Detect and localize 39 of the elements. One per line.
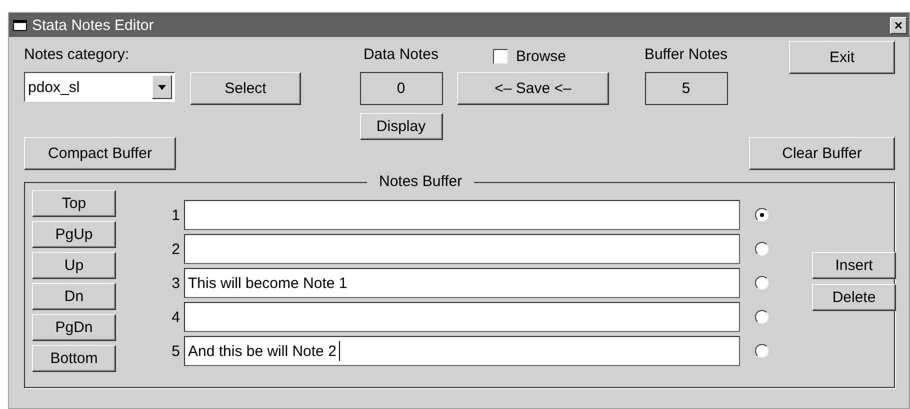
note-field[interactable]: This will become Note 1 <box>184 268 740 298</box>
window-icon <box>13 20 27 30</box>
row-radio[interactable] <box>755 276 769 290</box>
compact-buffer-button[interactable]: Compact Buffer <box>24 137 176 170</box>
close-button[interactable]: × <box>890 16 907 34</box>
browse-checkbox[interactable]: Browse <box>493 43 566 69</box>
note-field[interactable] <box>184 200 740 230</box>
data-notes-label: Data Notes <box>363 45 439 65</box>
exit-button[interactable]: Exit <box>789 41 895 74</box>
row-radio[interactable] <box>755 208 769 222</box>
note-field[interactable] <box>184 234 740 264</box>
data-notes-count: 0 <box>360 72 442 105</box>
note-field[interactable]: And this be will Note 2 <box>184 336 740 366</box>
insert-button[interactable]: Insert <box>812 252 896 279</box>
nav-button[interactable]: PgUp <box>32 221 116 248</box>
buffer-notes-label: Buffer Notes <box>644 45 728 65</box>
select-button[interactable]: Select <box>190 72 301 105</box>
nav-button[interactable]: PgDn <box>32 314 116 341</box>
row-radio[interactable] <box>755 344 769 358</box>
clear-buffer-button[interactable]: Clear Buffer <box>749 137 895 170</box>
nav-button[interactable]: Top <box>32 190 116 217</box>
row-number: 4 <box>170 308 180 326</box>
window-title: Stata Notes Editor <box>32 16 155 34</box>
note-field[interactable] <box>184 302 740 332</box>
buffer-notes-count: 5 <box>644 72 728 105</box>
nav-button[interactable]: Bottom <box>32 345 116 372</box>
delete-button[interactable]: Delete <box>812 284 896 311</box>
display-button[interactable]: Display <box>360 113 442 140</box>
save-button[interactable]: <– Save <– <box>457 72 609 105</box>
row-number: 3 <box>170 274 180 292</box>
row-number: 1 <box>170 206 180 224</box>
nav-button[interactable]: Up <box>32 252 116 279</box>
category-dropdown[interactable]: pdox_sl <box>24 72 175 102</box>
row-number: 5 <box>170 342 180 360</box>
row-radio[interactable] <box>755 310 769 324</box>
row-number: 2 <box>170 240 180 258</box>
category-label: Notes category: <box>24 45 130 65</box>
nav-button[interactable]: Dn <box>32 283 116 310</box>
row-radio[interactable] <box>755 242 769 256</box>
